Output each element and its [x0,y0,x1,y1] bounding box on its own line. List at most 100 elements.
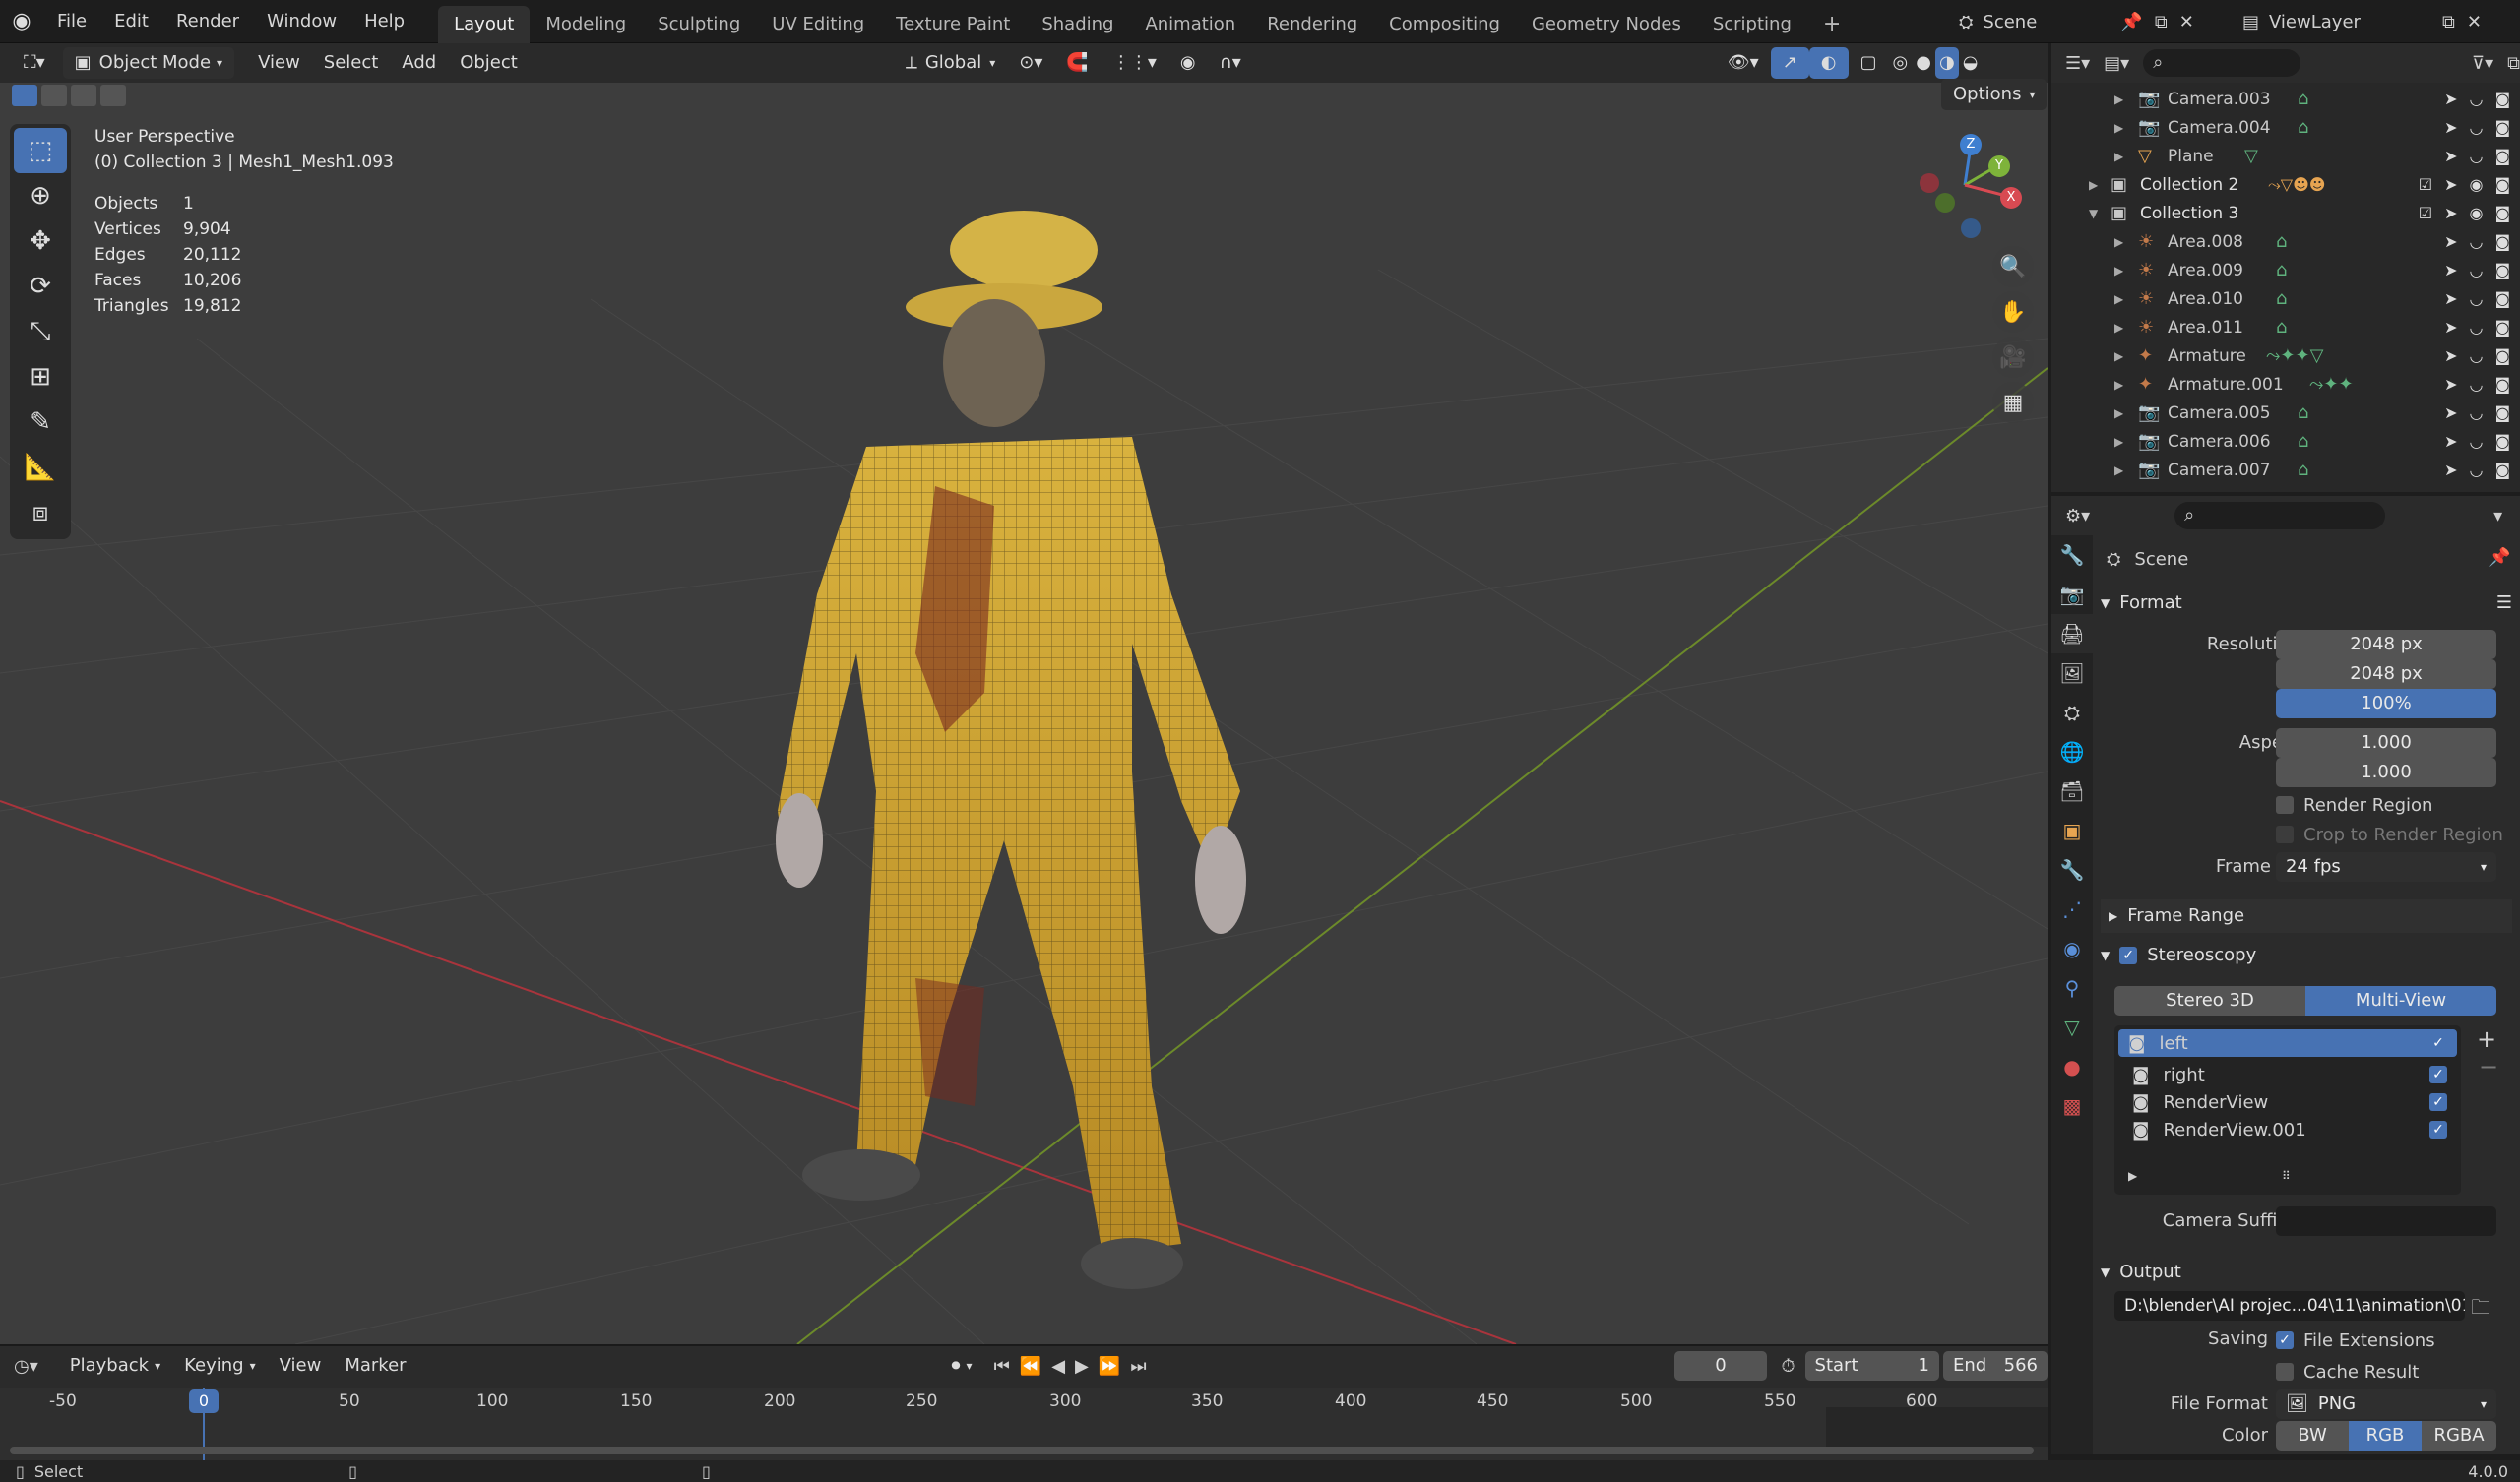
editor-type-icon[interactable]: ⛶▾ [12,47,57,79]
color-rgb-button[interactable]: RGB [2349,1421,2422,1451]
outliner-row[interactable]: ▶ ☀ Area.008 ⌂ ➤ ◡ ◙ [2051,227,2520,256]
eye-closed-icon[interactable]: ◡ [2470,118,2484,137]
render-camera-icon[interactable]: ◙ [2494,90,2510,108]
zoom-icon[interactable]: 🔍 [1992,246,2034,287]
select-arrow-icon[interactable]: ➤ [2444,318,2457,337]
rotate-tool-icon[interactable]: ⟳ [14,264,67,309]
render-camera-icon[interactable]: ◙ [2494,175,2510,194]
add-workspace-icon[interactable]: + [1807,6,1857,43]
expand-icon[interactable]: ▶ [2114,93,2123,106]
eye-closed-icon[interactable]: ◡ [2470,346,2484,365]
keying-menu[interactable]: Keying ▾ [172,1350,268,1382]
render-camera-icon[interactable]: ◙ [2494,403,2510,422]
select-arrow-icon[interactable]: ➤ [2444,461,2457,479]
tab-uv-editing[interactable]: UV Editing [756,6,880,43]
outliner-row[interactable]: ▼ ▣ Collection 3 ☑ ➤ ◉ ◙ [2051,199,2520,227]
frame-rate-dropdown[interactable]: 24 fps ▾ [2276,852,2496,882]
render-region-checkbox[interactable]: Render Region [2276,791,2432,819]
format-panel-header[interactable]: ▼ Format ☰ [2101,587,2512,620]
pan-hand-icon[interactable]: ✋ [1992,291,2034,333]
transform-tool-icon[interactable]: ⊞ [14,354,67,400]
move-tool-icon[interactable]: ✥ [14,218,67,264]
pin-icon[interactable]: 📌 [2488,547,2510,568]
tab-rendering[interactable]: Rendering [1251,6,1373,43]
select-invert-icon[interactable] [100,85,126,106]
timeline-editor-icon[interactable]: ◷▾ [14,1356,38,1377]
select-arrow-icon[interactable]: ➤ [2444,118,2457,137]
modifier-tab-icon[interactable]: 🔧 [2051,850,2093,890]
select-arrow-icon[interactable]: ➤ [2444,289,2457,308]
render-camera-icon[interactable]: ◙ [2494,289,2510,308]
outliner-row[interactable]: ▶ 📷 Camera.005 ⌂ ➤ ◡ ◙ [2051,399,2520,427]
outliner-editor-icon[interactable]: ☰▾ [2065,53,2090,74]
properties-search-input[interactable]: ⌕ [2174,502,2386,529]
eye-closed-icon[interactable]: ◡ [2470,232,2484,251]
falloff-icon[interactable]: ∩▾ [1208,47,1253,79]
expand-icon[interactable]: ▶ [2114,349,2123,363]
data-tab-icon[interactable]: ▽ [2051,1008,2093,1047]
resolution-y-field[interactable]: 2048 px [2276,659,2496,689]
render-tab-icon[interactable]: 📷 [2051,575,2093,614]
expand-icon[interactable]: ▶ [2114,378,2123,392]
timeline-track-area[interactable]: 0 [0,1388,2048,1462]
folder-icon[interactable]: 🗀 [2471,1293,2490,1327]
jump-end-icon[interactable]: ⏭ [1130,1356,1146,1377]
gizmo-z-label[interactable]: Z [1960,134,1982,155]
render-camera-icon[interactable]: ◙ [2494,118,2510,137]
output-panel-header[interactable]: ▼ Output [2101,1256,2512,1289]
select-arrow-icon[interactable]: ➤ [2444,261,2457,279]
output-path-input[interactable]: D:\blender\AI projec...04\11\animation\0… [2114,1291,2465,1321]
view-row-left[interactable]: ◙ left ✓ [2118,1029,2457,1057]
expand-icon[interactable]: ▶ [2114,121,2123,135]
render-camera-icon[interactable]: ◙ [2494,346,2510,365]
physics-tab-icon[interactable]: ◉ [2051,929,2093,968]
scale-tool-icon[interactable]: ⤡ [14,309,67,354]
overlay-toggle-icon[interactable]: ◐ [1808,47,1849,79]
collapse-icon[interactable]: ▼ [2089,207,2098,220]
outliner-row[interactable]: ▶ ☀ Area.011 ⌂ ➤ ◡ ◙ [2051,313,2520,341]
outliner-row[interactable]: ▶ 📷 Camera.003 ⌂ ➤ ◡ ◙ [2051,85,2520,113]
world-tab-icon[interactable]: 🌐 [2051,732,2093,772]
camera-view-icon[interactable]: 🎥 [1992,337,2034,378]
select-box-tool-icon[interactable]: ⬚ [14,128,67,173]
select-subtract-icon[interactable] [71,85,96,106]
select-arrow-icon[interactable]: ➤ [2444,147,2457,165]
constraints-tab-icon[interactable]: ⚲ [2051,968,2093,1008]
timeline-view-menu[interactable]: View [268,1350,334,1382]
proportional-edit-icon[interactable]: ◉ [1168,47,1208,79]
menu-view[interactable]: View [246,47,312,79]
visibility-icon[interactable]: 👁▾ [1716,47,1771,79]
new-collection-icon[interactable]: ⧉ [2507,53,2520,74]
output-tab-icon[interactable]: 🖨 [2051,614,2093,653]
expand-icon[interactable]: ▶ [2089,178,2098,192]
select-arrow-icon[interactable]: ➤ [2444,432,2457,451]
list-expand-icon[interactable]: ▶ [2128,1169,2137,1183]
view-layer-tab-icon[interactable]: 🖼 [2051,653,2093,693]
expand-icon[interactable]: ▶ [2114,235,2123,249]
outliner-row[interactable]: ▶ ✦ Armature.001 ⤳✦✦ ➤ ◡ ◙ [2051,370,2520,399]
marker-menu[interactable]: Marker [333,1350,417,1382]
navigation-gizmo[interactable]: Z Y X [1916,126,2024,244]
outliner-row[interactable]: ▶ ▣ Collection 2 ⤳▽☻☻ ☑ ➤ ◉ ◙ [2051,170,2520,199]
expand-icon[interactable]: ▶ [2114,150,2123,163]
aspect-x-field[interactable]: 1.000 [2276,728,2496,758]
solid-shading-icon[interactable]: ● [1912,47,1935,79]
3d-viewport[interactable]: ⛶▾ ▣ Object Mode ▾ View Select Add Objec… [0,43,2048,1344]
gizmo-x-label[interactable]: X [2000,187,2022,209]
annotate-tool-icon[interactable]: ✎ [14,400,67,445]
pivot-icon[interactable]: ⊙▾ [1007,47,1054,79]
view-row-renderview-001[interactable]: ◙ RenderView.001 ✓ [2118,1116,2457,1143]
file-format-dropdown[interactable]: 🖼 PNG ▾ [2276,1389,2496,1419]
outliner-row[interactable]: ▶ ▽ Plane ▽ ➤ ◡ ◙ [2051,142,2520,170]
eye-closed-icon[interactable]: ◡ [2470,90,2484,108]
expand-icon[interactable]: ▶ [2114,264,2123,278]
end-frame-field[interactable]: End 566 [1943,1351,2048,1381]
expand-icon[interactable]: ▶ [2114,435,2123,449]
options-dropdown[interactable]: Options ▾ [1941,79,2048,110]
select-arrow-icon[interactable]: ➤ [2444,204,2457,222]
select-arrow-icon[interactable]: ➤ [2444,90,2457,108]
menu-render[interactable]: Render [162,0,253,43]
expand-icon[interactable]: ▶ [2114,463,2123,477]
add-cube-tool-icon[interactable]: ⧈ [14,490,67,535]
play-icon[interactable]: ▶ [1075,1356,1089,1377]
